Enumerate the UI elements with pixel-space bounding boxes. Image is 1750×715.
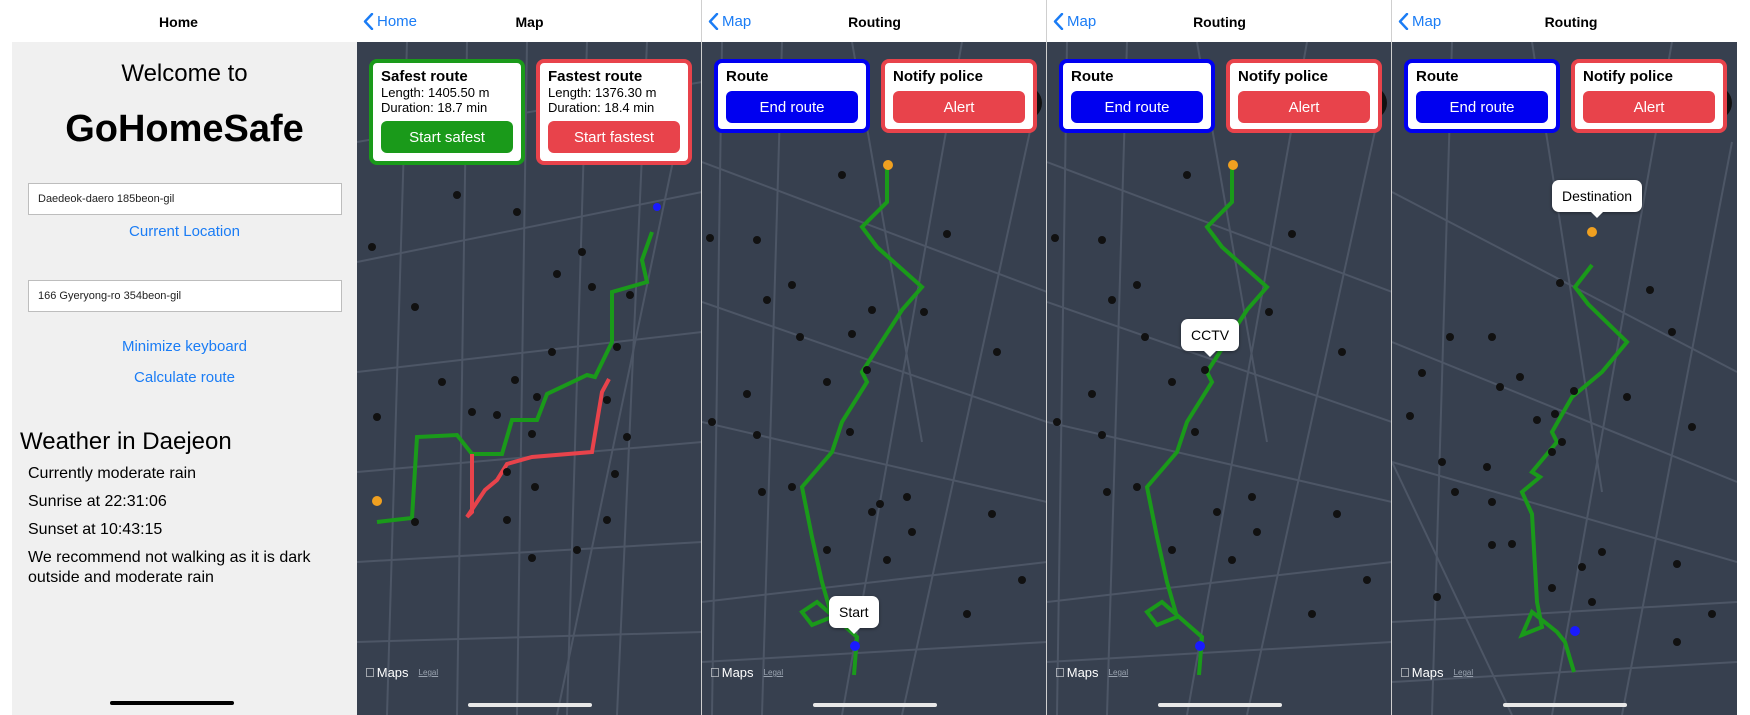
notify-title: Notify police — [1583, 68, 1674, 85]
routing-nav-title: Routing — [1544, 14, 1598, 30]
start-safest-button[interactable]: Start safest — [381, 121, 513, 153]
home-navbar: Home — [0, 0, 357, 42]
notify-title: Notify police — [1238, 68, 1329, 85]
safest-length: Length: 1405.50 m — [381, 85, 490, 100]
current-location-icon — [1570, 626, 1580, 636]
map-nav-title: Map — [515, 14, 544, 30]
home-indicator — [1158, 703, 1282, 707]
legal-link[interactable]: Legal — [764, 668, 784, 677]
cctv-pin-icon[interactable] — [1051, 171, 1371, 618]
home-indicator — [813, 703, 937, 707]
routing-navbar: Map Routing — [1047, 0, 1392, 42]
sunset-time: Sunset at 10:43:15 — [28, 521, 163, 538]
alert-button[interactable]: Alert — [1583, 91, 1715, 123]
destination-pin-icon[interactable] — [1587, 227, 1597, 237]
maps-label: Maps — [367, 665, 409, 680]
start-fastest-button[interactable]: Start fastest — [548, 121, 680, 153]
safest-title: Safest route — [381, 68, 468, 85]
map-screen: Home Map Maps Legal Safest route Length:… — [357, 0, 702, 715]
destination-pin-icon[interactable] — [883, 160, 893, 170]
cctv-callout: CCTV — [1181, 319, 1240, 357]
routing-nav-title: Routing — [848, 14, 901, 30]
routing-navbar: Map Routing — [702, 0, 1047, 42]
alert-button[interactable]: Alert — [1238, 91, 1370, 123]
apple-maps-attribution:  Maps Legal — [1055, 665, 1128, 680]
notify-police-card: Notify police Alert — [881, 59, 1037, 133]
legal-link[interactable]: Legal — [1454, 668, 1474, 677]
route-card: Route End route — [1404, 59, 1560, 133]
end-route-button[interactable]: End route — [726, 91, 858, 123]
map-navbar: Home Map — [357, 0, 702, 42]
notify-police-card: Notify police Alert — [1226, 59, 1382, 133]
destination-pin-icon[interactable] — [1228, 160, 1238, 170]
sunrise-time: Sunrise at 22:31:06 — [28, 493, 167, 510]
calculate-route-link[interactable]: Calculate route — [12, 369, 357, 386]
routing-screen: Map Routing Maps Legal Route End route N… — [1047, 0, 1392, 715]
destination-pin-icon[interactable] — [372, 496, 382, 506]
notify-title: Notify police — [893, 68, 984, 85]
home-indicator — [1503, 703, 1627, 707]
apple-logo-icon:  — [1055, 665, 1065, 680]
routing-navbar: Map Routing — [1392, 0, 1750, 42]
welcome-text: Welcome to — [121, 60, 248, 87]
screen-divider — [1046, 0, 1047, 715]
fastest-duration: Duration: 18.4 min — [548, 100, 655, 115]
map-canvas[interactable] — [1047, 42, 1392, 715]
home-nav-title: Home — [159, 14, 198, 30]
map-view[interactable]:  Maps Legal — [1047, 42, 1392, 715]
fastest-length: Length: 1376.30 m — [548, 85, 657, 100]
apple-logo-icon:  — [365, 665, 375, 680]
routing-screen: Map Routing Maps Legal Route End route N… — [702, 0, 1047, 715]
legal-link[interactable]: Legal — [1109, 668, 1129, 677]
current-location-link[interactable]: Current Location — [12, 223, 357, 240]
minimize-keyboard-link[interactable]: Minimize keyboard — [12, 338, 357, 355]
alert-button[interactable]: Alert — [893, 91, 1025, 123]
fastest-route-card: Fastest route Length: 1376.30 m Duration… — [536, 59, 692, 165]
maps-label: Maps — [1402, 665, 1444, 680]
route-card: Route End route — [1059, 59, 1215, 133]
apple-maps-attribution:  Maps Legal — [365, 665, 438, 680]
weather-now: Currently moderate rain — [28, 465, 197, 482]
maps-label: Maps — [1057, 665, 1099, 680]
routing-nav-title: Routing — [1193, 14, 1246, 30]
current-location-icon — [850, 641, 860, 651]
maps-label: Maps — [712, 665, 754, 680]
start-address-input[interactable] — [28, 183, 342, 215]
routing-screen: Map Routing Maps Legal Route End route N… — [1392, 0, 1750, 715]
map-view[interactable]:  Maps Legal — [1392, 42, 1737, 715]
notify-police-card: Notify police Alert — [1571, 59, 1727, 133]
walking-recommendation: We recommend not walking as it is dark o… — [28, 549, 311, 586]
home-indicator — [110, 701, 234, 705]
map-canvas[interactable] — [1392, 42, 1737, 715]
route-title: Route — [1071, 68, 1114, 85]
apple-maps-attribution:  Maps Legal — [710, 665, 783, 680]
destination-address-input[interactable] — [28, 280, 342, 312]
screen-divider — [701, 0, 702, 715]
apple-logo-icon:  — [1400, 665, 1410, 680]
legal-link[interactable]: Legal — [419, 668, 439, 677]
apple-logo-icon:  — [710, 665, 720, 680]
start-callout: Start — [829, 596, 879, 634]
home-screen: Home Welcome to GoHomeSafe Current Locat… — [0, 0, 357, 715]
weather-title: Weather in Daejeon — [20, 428, 232, 455]
destination-callout: Destination — [1552, 180, 1643, 218]
safest-duration: Duration: 18.7 min — [381, 100, 488, 115]
screen-divider — [1391, 0, 1392, 715]
home-indicator — [468, 703, 592, 707]
route-title: Route — [726, 68, 769, 85]
home-body: Welcome to GoHomeSafe Current Location M… — [12, 42, 357, 715]
safest-route-card: Safest route Length: 1405.50 m Duration:… — [369, 59, 525, 165]
route-title: Route — [1416, 68, 1459, 85]
route-card: Route End route — [714, 59, 870, 133]
end-route-button[interactable]: End route — [1071, 91, 1203, 123]
fastest-title: Fastest route — [548, 68, 643, 85]
end-route-button[interactable]: End route — [1416, 91, 1548, 123]
app-name: GoHomeSafe — [65, 108, 304, 150]
current-location-icon — [1195, 641, 1205, 651]
apple-maps-attribution:  Maps Legal — [1400, 665, 1473, 680]
cctv-pin-icon[interactable] — [706, 171, 1026, 618]
current-location-icon — [653, 203, 661, 211]
